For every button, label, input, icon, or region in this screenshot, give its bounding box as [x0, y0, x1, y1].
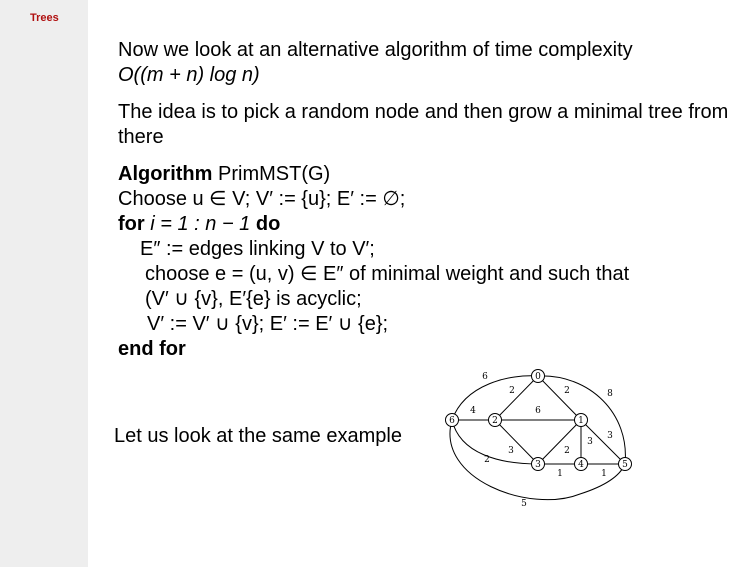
graph-node-label: 1 [578, 416, 584, 426]
algorithm-block: Algorithm PrimMST(G) Choose u ∈ V; V′ :=… [118, 162, 738, 362]
algorithm-line-choose: Choose u ∈ V; V′ := {u}; E′ := ∅; [118, 188, 406, 210]
edge-weight-label: 6 [482, 372, 488, 382]
algorithm-line-update: V′ := V′ ∪ {v}; E′ := E′ ∪ {e}; [147, 313, 389, 335]
algorithm-keyword: Algorithm [118, 163, 213, 185]
graph-node-label: 2 [492, 416, 498, 426]
edge-weight-label: 2 [484, 455, 490, 465]
algorithm-end-for: end for [118, 337, 738, 362]
graph-node-label: 4 [578, 460, 584, 470]
end-for-keyword: end for [118, 338, 186, 360]
algorithm-header: Algorithm PrimMST(G) [118, 162, 738, 187]
graph-edges: 64252 2 863 2331 1 [449, 372, 626, 509]
graph-edge [494, 375, 539, 421]
for-keyword: for [118, 213, 145, 235]
algorithm-line-choose-edge: choose e = (u, v) ∈ E″ of minimal weight… [145, 263, 630, 285]
edge-weight-label: 2 [509, 386, 515, 396]
section-title[interactable]: Trees [30, 12, 59, 24]
idea-paragraph: The idea is to pick a random node and th… [118, 101, 729, 148]
graph-node-label: 0 [535, 372, 541, 382]
graph-edge [494, 419, 539, 465]
intro-line: Now we look at an alternative algorithm … [118, 39, 633, 61]
graph-edge [537, 375, 582, 421]
algorithm-name: PrimMST(G) [218, 163, 331, 185]
edge-weight-label: 4 [470, 406, 476, 416]
edge-weight-label: 1 [557, 469, 563, 479]
edge-weight-label: 2 [564, 386, 570, 396]
edge-weight-label: 8 [607, 389, 613, 399]
do-keyword: do [255, 213, 281, 235]
edge-weight-label: 3 [607, 431, 613, 441]
edge-weight-label: 6 [535, 406, 541, 416]
for-range: i = 1 : n − 1 [150, 213, 251, 235]
algorithm-line-acyclic: (V′ ∪ {v}, E′{e} is acyclic; [145, 288, 362, 310]
example-graph: 64252 2 863 2331 1 0123 4 56 [445, 369, 632, 509]
complexity-text: O((m + n) log n) [118, 64, 260, 86]
graph-edge [537, 419, 582, 465]
algorithm-for-line: for i = 1 : n − 1 do [118, 212, 738, 237]
edge-weight-label: 5 [521, 499, 527, 509]
edge-weight-label: 1 [601, 469, 607, 479]
intro-paragraph: Now we look at an alternative algorithm … [118, 38, 738, 88]
graph-node-label: 3 [535, 460, 541, 470]
example-text: Let us look at the same example [114, 425, 402, 447]
edge-weight-label: 3 [587, 437, 593, 447]
edge-weight-label: 3 [508, 446, 514, 456]
slide-content: Now we look at an alternative algorithm … [118, 38, 738, 362]
sidebar: Trees [0, 0, 88, 567]
graph-node-label: 5 [622, 460, 628, 470]
edge-weight-label: 2 [564, 446, 570, 456]
graph-node-label: 6 [449, 416, 455, 426]
algorithm-line-edges: E″ := edges linking V to V′; [140, 238, 375, 260]
complexity-formula: O((m + n) log n) [118, 63, 738, 88]
